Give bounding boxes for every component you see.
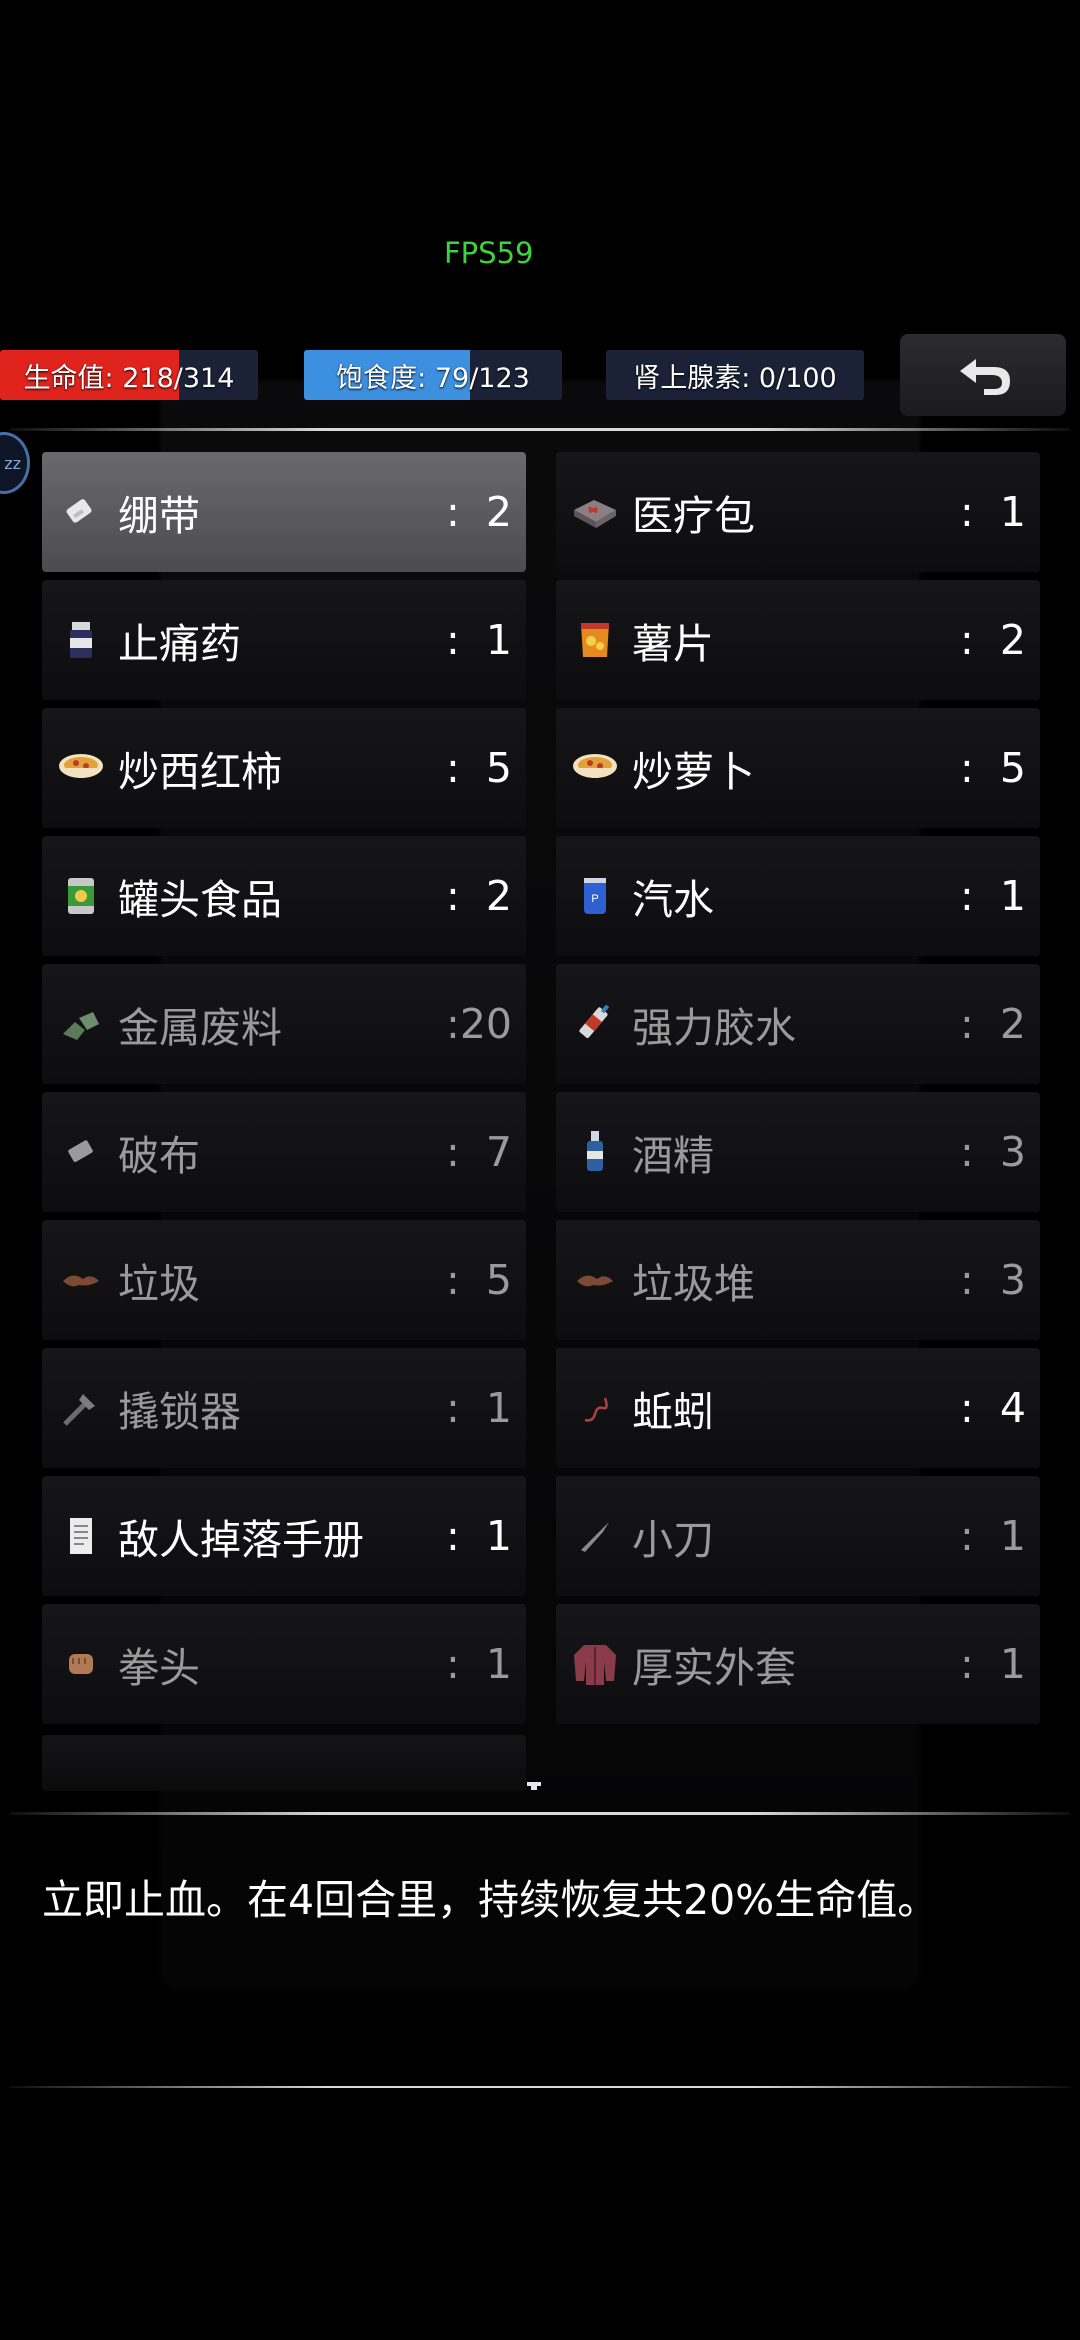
inventory-item-name: 绷带 [118, 492, 200, 540]
inventory-item[interactable]: 强力胶水 : 2 [556, 964, 1040, 1084]
medkit-icon [570, 487, 620, 537]
top-divider [10, 428, 1070, 431]
inventory-item-count: : 1 [960, 488, 1026, 536]
inventory-item-count: : 5 [960, 744, 1026, 792]
inventory-item-name: 汽水 [632, 876, 714, 924]
inventory-item-count: : 2 [446, 872, 512, 920]
satiety-bar: 饱食度: 79/123 [304, 350, 562, 400]
adrenaline-label: 肾上腺素: 0/100 [633, 362, 837, 394]
item-description: 立即止血。在4回合里，持续恢复共20%生命值。 [42, 1876, 939, 1924]
back-arrow-icon [960, 359, 1010, 395]
inventory-item-count: : 1 [960, 872, 1026, 920]
inventory-item-count: : 2 [446, 488, 512, 536]
inventory-item[interactable]: 炒萝卜 : 5 [556, 708, 1040, 828]
inventory-item-name: 金属废料 [118, 1004, 282, 1052]
can-icon [56, 871, 106, 921]
fps-counter: FPS59 [444, 236, 534, 270]
inventory-item-name: 敌人掉落手册 [118, 1516, 364, 1564]
inventory-item-count: : 3 [960, 1128, 1026, 1176]
adrenaline-bar: 肾上腺素: 0/100 [606, 350, 864, 400]
inventory-item-count: : 1 [446, 1640, 512, 1688]
status-badge[interactable]: zz [0, 432, 30, 494]
inventory-item[interactable]: 敌人掉落手册 : 1 [42, 1476, 526, 1596]
inventory-item[interactable]: 撬锁器 : 1 [42, 1348, 526, 1468]
inventory-item-name: 厚实外套 [632, 1644, 796, 1692]
inventory-item-count: : 7 [446, 1128, 512, 1176]
back-button[interactable] [900, 334, 1066, 416]
chips-icon [570, 615, 620, 665]
inventory-item-count: : 5 [446, 744, 512, 792]
inventory-item-name: 炒萝卜 [632, 748, 755, 796]
inventory-item-name: 垃圾堆 [632, 1260, 755, 1308]
trash-icon [56, 1255, 106, 1305]
alcohol-bottle-icon [570, 1127, 620, 1177]
worm-icon [570, 1383, 620, 1433]
health-bar: 生命值: 218/314 [0, 350, 258, 400]
pill-bottle-icon [56, 615, 106, 665]
inventory-item-count: : 1 [446, 1384, 512, 1432]
bandage-icon [56, 487, 106, 537]
inventory-item-name: 医疗包 [632, 492, 755, 540]
inventory-item-name: 止痛药 [118, 620, 241, 668]
inventory-item[interactable]: 薯片 : 2 [556, 580, 1040, 700]
inventory-item[interactable]: 厚实外套 : 1 [556, 1604, 1040, 1724]
inventory-item-count: : 1 [446, 616, 512, 664]
inventory-item-count: : 2 [960, 1000, 1026, 1048]
inventory-item-count: :20 [446, 1000, 512, 1048]
inventory-grid: 绷带 : 2 医疗包 : 1 止痛药 : 1 薯片 : 2 炒西红柿 : 5 炒萝卜 : 5 罐头食品:… [42, 452, 1040, 1724]
inventory-item-count: : 1 [960, 1640, 1026, 1688]
inventory-item-name: 垃圾 [118, 1260, 200, 1308]
inventory-item-name: 破布 [118, 1132, 200, 1180]
fist-icon [56, 1639, 106, 1689]
inventory-item-name: 强力胶水 [632, 1004, 796, 1052]
rag-icon [56, 1127, 106, 1177]
inventory-item-name: 撬锁器 [118, 1388, 241, 1436]
inventory-item[interactable]: 绷带 : 2 [42, 452, 526, 572]
lockpick-icon [56, 1383, 106, 1433]
inventory-item[interactable]: 止痛药 : 1 [42, 580, 526, 700]
svg-text:P: P [591, 893, 598, 905]
middle-divider [10, 1812, 1070, 1815]
health-label: 生命值: 218/314 [23, 362, 235, 394]
inventory-item-count: : 4 [960, 1384, 1026, 1432]
trash-pile-icon [570, 1255, 620, 1305]
inventory-item[interactable]: 炒西红柿 : 5 [42, 708, 526, 828]
inventory-item-count: : 1 [446, 1512, 512, 1560]
inventory-item[interactable]: 垃圾堆 : 3 [556, 1220, 1040, 1340]
inventory-item[interactable]: 拳头 : 1 [42, 1604, 526, 1724]
bowl-icon [570, 743, 620, 793]
inventory-item[interactable]: 小刀 : 1 [556, 1476, 1040, 1596]
glue-icon [570, 999, 620, 1049]
inventory-item-name: 炒西红柿 [118, 748, 282, 796]
inventory-item[interactable]: 医疗包 : 1 [556, 452, 1040, 572]
satiety-label: 饱食度: 79/123 [336, 362, 530, 394]
coat-icon [570, 1639, 620, 1689]
bottom-divider [10, 2086, 1070, 2088]
knife-icon [570, 1511, 620, 1561]
inventory-empty-slot [42, 1735, 526, 1791]
scrap-metal-icon [56, 999, 106, 1049]
inventory-item-name: 小刀 [632, 1516, 714, 1564]
inventory-item-count: : 3 [960, 1256, 1026, 1304]
inventory-item-count: : 5 [446, 1256, 512, 1304]
inventory-item[interactable]: 垃圾 : 5 [42, 1220, 526, 1340]
inventory-item[interactable]: 破布 : 7 [42, 1092, 526, 1212]
inventory-item-name: 拳头 [118, 1644, 200, 1692]
inventory-item-name: 罐头食品 [118, 876, 282, 924]
inventory-item[interactable]: 蚯蚓 : 4 [556, 1348, 1040, 1468]
inventory-item-count: : 2 [960, 616, 1026, 664]
scroll-down-icon [527, 1782, 541, 1790]
inventory-item[interactable]: 罐头食品 : 2 [42, 836, 526, 956]
bowl-icon [56, 743, 106, 793]
inventory-item-count: : 1 [960, 1512, 1026, 1560]
inventory-item-name: 蚯蚓 [632, 1388, 714, 1436]
scroll-icon [56, 1511, 106, 1561]
inventory-item-name: 酒精 [632, 1132, 714, 1180]
inventory-item[interactable]: P 汽水 : 1 [556, 836, 1040, 956]
inventory-item-name: 薯片 [632, 620, 714, 668]
inventory-item[interactable]: 酒精 : 3 [556, 1092, 1040, 1212]
inventory-item[interactable]: 金属废料 :20 [42, 964, 526, 1084]
soda-can-icon: P [570, 871, 620, 921]
